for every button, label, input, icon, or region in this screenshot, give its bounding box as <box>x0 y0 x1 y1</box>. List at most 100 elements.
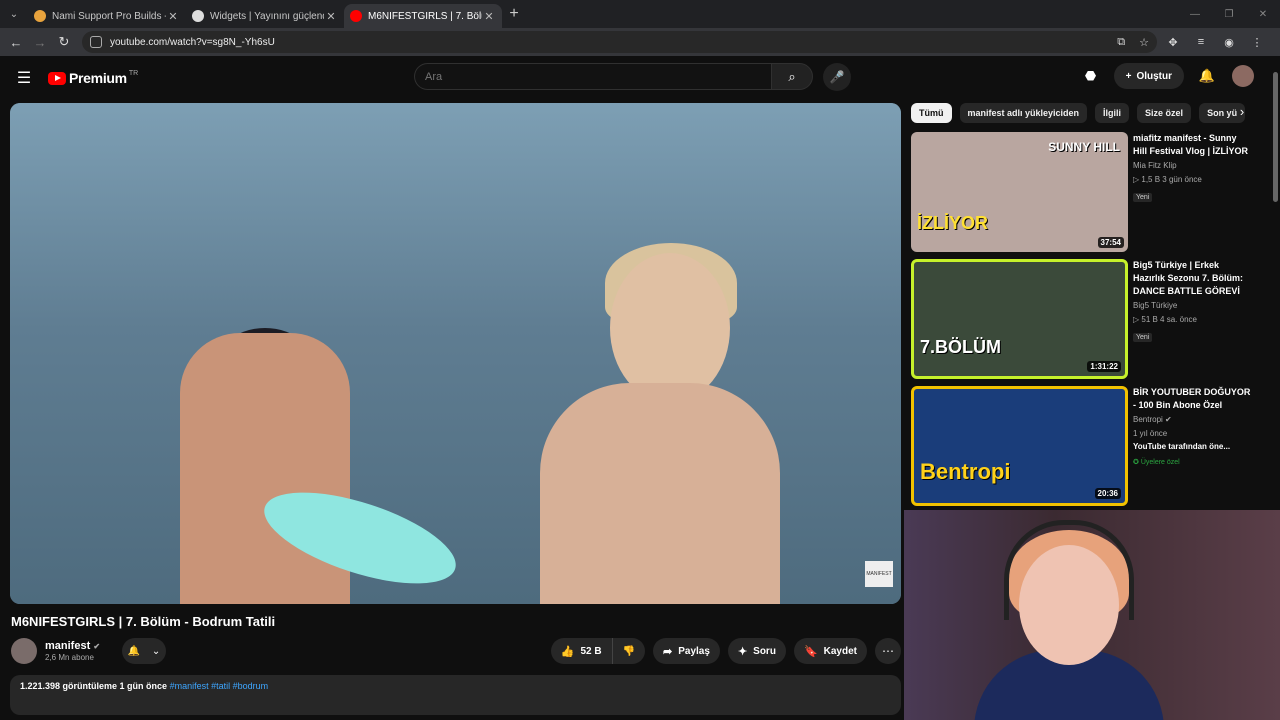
site-info-icon[interactable] <box>90 36 102 48</box>
share-button[interactable]: ➦ Paylaş <box>653 638 720 664</box>
tab-search-chevron-icon[interactable]: ⌄ <box>0 0 28 28</box>
chip-all[interactable]: Tümü <box>911 103 952 123</box>
search-icon: ⌕ <box>788 68 796 84</box>
notifications-bell-icon[interactable]: 🔔 <box>1192 68 1222 84</box>
thumbnail-overlay-text: Bentropi <box>920 459 1011 484</box>
recommendation-item[interactable]: 7.BÖLÜM 1:31:22 Big5 Türkiye | Erkek Haz… <box>911 259 1251 379</box>
extensions-icon[interactable]: ✥ <box>1161 36 1185 49</box>
description-box[interactable]: 1.221.398 görüntüleme 1 gün önce #manife… <box>10 675 901 715</box>
logo-brand-text: Premium <box>69 70 127 86</box>
bookmark-star-icon[interactable]: ☆ <box>1139 36 1149 49</box>
recommendation-channel-row[interactable]: Bentropi ✔ <box>1133 414 1251 426</box>
thumbs-down-icon: 👎 <box>622 645 636 657</box>
chips-next-chevron-icon[interactable]: › <box>1232 104 1252 124</box>
members-only-label: Üyelere özel <box>1140 459 1180 466</box>
voice-search-mic-icon[interactable]: 🎤 <box>823 63 851 91</box>
maximize-icon[interactable]: ❐ <box>1212 9 1246 20</box>
ask-label: Soru <box>753 645 776 657</box>
chip-for-you[interactable]: Size özel <box>1137 103 1192 123</box>
more-actions-icon[interactable]: ⋯ <box>875 638 901 664</box>
video-player[interactable]: MANIFEST <box>10 103 901 604</box>
filter-chips: Tümü manifest adlı yükleyiciden İlgili S… <box>911 103 1251 125</box>
url-text: youtube.com/watch?v=sg8N_-Yh6sU <box>110 36 275 48</box>
dislike-button[interactable]: 👎 <box>613 638 645 664</box>
description-hashtags[interactable]: #manifest #tatil #bodrum <box>170 681 269 691</box>
favicon-icon <box>34 10 46 22</box>
chevron-down-icon: ⌄ <box>151 645 161 657</box>
back-icon[interactable]: ← <box>4 35 28 50</box>
minimize-icon[interactable]: — <box>1178 9 1212 20</box>
bookmark-icon: 🔖 <box>803 645 818 658</box>
chip-from-uploader[interactable]: manifest adlı yükleyiciden <box>959 103 1088 123</box>
header-actions: ⬣ + Oluştur 🔔 <box>1076 63 1254 89</box>
cast-icon[interactable]: ⬣ <box>1076 68 1106 84</box>
tab-title: M6NIFESTGIRLS | 7. Bölüm - Bo <box>368 10 482 22</box>
address-bar-row: ← → ↻ youtube.com/watch?v=sg8N_-Yh6sU ⧉ … <box>0 28 1280 56</box>
channel-name-row[interactable]: manifest ✔ <box>45 640 100 652</box>
youtube-premium-logo[interactable]: Premium TR <box>48 70 138 86</box>
recommendation-info: miafitz manifest - Sunny Hill Festival V… <box>1133 132 1251 252</box>
sparkle-icon: ✦ <box>737 645 748 658</box>
verified-check-icon: ✔ <box>1165 415 1172 424</box>
youtube-header: ☰ Premium TR ⌕ 🎤 ⬣ + Oluştur 🔔 <box>0 56 1280 100</box>
media-control-icon[interactable]: ≡ <box>1189 36 1213 48</box>
page-scrollbar[interactable] <box>1270 56 1280 510</box>
video-thumbnail[interactable]: SUNNY HILL İZLİYOR 37:54 <box>911 132 1128 252</box>
recommendation-item[interactable]: Bentropi 20:36 BİR YOUTUBER DOĞUYOR - 10… <box>911 386 1251 506</box>
profile-icon[interactable]: ◉ <box>1217 36 1241 49</box>
install-app-icon[interactable]: ⧉ <box>1117 36 1125 49</box>
browser-tab-2[interactable]: Widgets | Yayınını güçlendirmek ✕ <box>186 4 344 28</box>
recommendation-item[interactable]: SUNNY HILL İZLİYOR 37:54 miafitz manifes… <box>911 132 1251 252</box>
save-label: Kaydet <box>823 645 857 657</box>
video-thumbnail[interactable]: Bentropi 20:36 <box>911 386 1128 506</box>
members-icon: ✪ <box>1133 459 1141 466</box>
browser-menu-icon[interactable]: ⋮ <box>1245 36 1269 49</box>
channel-name[interactable]: manifest <box>45 640 90 652</box>
account-avatar[interactable] <box>1232 65 1254 87</box>
chip-related[interactable]: İlgili <box>1095 103 1130 123</box>
recommendation-info: Big5 Türkiye | Erkek Hazırlık Sezonu 7. … <box>1133 259 1251 379</box>
recommendation-title[interactable]: BİR YOUTUBER DOĞUYOR - 100 Bin Abone Öze… <box>1133 386 1251 412</box>
forward-icon[interactable]: → <box>28 35 52 50</box>
thumbnail-overlay-top-text: SUNNY HILL <box>1048 140 1120 154</box>
search-button[interactable]: ⌕ <box>771 63 813 90</box>
members-only-badge: ✪ Üyelere özel <box>1133 458 1180 466</box>
channel-avatar[interactable] <box>11 638 37 664</box>
recommendation-channel[interactable]: Bentropi <box>1133 415 1163 424</box>
close-tab-icon[interactable]: ✕ <box>324 10 338 23</box>
recommendation-meta-row: ▷ 51 B 4 sa. önce <box>1133 314 1251 326</box>
browser-tab-1[interactable]: Nami Support Pro Builds - Prof ✕ <box>28 4 186 28</box>
logo-country-code: TR <box>128 69 139 77</box>
new-tab-plus-icon[interactable]: + <box>502 5 526 23</box>
create-button[interactable]: + Oluştur <box>1113 63 1184 89</box>
browser-tab-3[interactable]: M6NIFESTGIRLS | 7. Bölüm - Bo ✕ <box>344 4 502 28</box>
channel-watermark[interactable]: MANIFEST <box>865 561 893 587</box>
recommendation-channel[interactable]: Big5 Türkiye <box>1133 300 1251 312</box>
recommendation-title[interactable]: Big5 Türkiye | Erkek Hazırlık Sezonu 7. … <box>1133 259 1251 298</box>
window-controls: — ❐ ✕ <box>1178 0 1280 28</box>
promoted-by-youtube: YouTube tarafından öne... <box>1133 442 1231 451</box>
url-field[interactable]: youtube.com/watch?v=sg8N_-Yh6sU ⧉ ☆ <box>82 31 1157 53</box>
close-tab-icon[interactable]: ✕ <box>482 10 496 23</box>
recommendation-meta-row: ▷ 1,5 B 3 gün önce <box>1133 174 1251 186</box>
ask-button[interactable]: ✦ Soru <box>727 638 786 664</box>
like-count: 52 B <box>580 645 602 657</box>
reload-icon[interactable]: ↻ <box>52 34 76 50</box>
hamburger-menu-icon[interactable]: ☰ <box>0 68 48 88</box>
share-label: Paylaş <box>678 645 710 657</box>
youtube-favicon-icon <box>350 10 362 22</box>
search-input[interactable] <box>414 63 771 90</box>
recommendation-channel[interactable]: Mia Fitz Klip <box>1133 160 1251 172</box>
recommendation-info: BİR YOUTUBER DOĞUYOR - 100 Bin Abone Öze… <box>1133 386 1251 506</box>
like-button[interactable]: 👍 52 B <box>551 638 613 664</box>
close-tab-icon[interactable]: ✕ <box>166 10 180 23</box>
video-actions: 👍 52 B 👎 ➦ Paylaş ✦ Soru 🔖 Kaydet ⋯ <box>543 636 901 666</box>
video-frame-person-left <box>180 333 350 604</box>
subscription-bell-button[interactable]: 🔔 ⌄ <box>122 638 167 664</box>
video-thumbnail[interactable]: 7.BÖLÜM 1:31:22 <box>911 259 1128 379</box>
save-button[interactable]: 🔖 Kaydet <box>793 638 867 664</box>
recommendation-title[interactable]: miafitz manifest - Sunny Hill Festival V… <box>1133 132 1251 158</box>
close-window-icon[interactable]: ✕ <box>1246 9 1280 20</box>
scrollbar-thumb[interactable] <box>1273 72 1278 202</box>
thumbnail-overlay-text: 7.BÖLÜM <box>920 337 1001 357</box>
